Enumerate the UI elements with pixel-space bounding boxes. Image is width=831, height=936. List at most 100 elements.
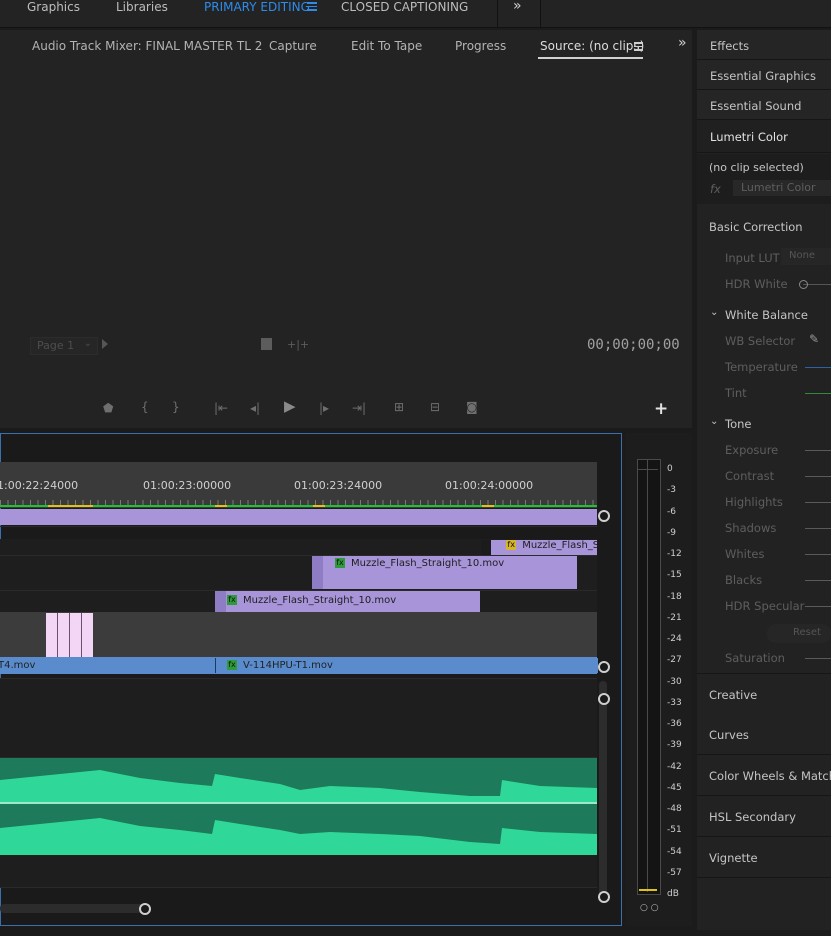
clip-pink-stack[interactable]: [46, 613, 93, 657]
tab-source[interactable]: Source: (no clips): [540, 39, 644, 53]
hdr-specular-slider[interactable]: [805, 606, 831, 607]
effect-selector[interactable]: Lumetri Color: [733, 180, 831, 196]
highlights-slider[interactable]: [805, 502, 831, 503]
clip-purple-top[interactable]: [0, 509, 597, 525]
step-forward-icon[interactable]: |▸: [319, 402, 329, 414]
meter-scale-label: -15: [667, 570, 682, 581]
blacks-slider[interactable]: [805, 580, 831, 581]
saturation-label: Saturation: [725, 651, 785, 665]
meter-channel-divider: [647, 460, 648, 892]
panel-lumetri-color[interactable]: Lumetri Color: [697, 120, 831, 153]
vertical-scroll-handle[interactable]: [598, 510, 610, 522]
shadows-slider[interactable]: [805, 528, 831, 529]
meter-solo-buttons[interactable]: ○ ○: [640, 903, 659, 913]
meter-scale-label: -48: [667, 804, 682, 814]
panel-essential-sound[interactable]: Essential Sound: [697, 90, 831, 120]
reset-button[interactable]: Reset: [767, 624, 831, 643]
workspace-libraries[interactable]: Libraries: [116, 0, 168, 17]
reset-button-label: Reset: [793, 627, 821, 638]
section-tone[interactable]: Tone: [725, 417, 751, 431]
chevron-down-icon[interactable]: ⌄: [710, 307, 718, 318]
panel-essential-graphics[interactable]: Essential Graphics: [697, 60, 831, 90]
go-to-out-icon[interactable]: ⇥|: [352, 402, 366, 414]
section-curves[interactable]: Curves: [697, 714, 831, 755]
in-point-icon[interactable]: {: [141, 401, 149, 413]
section-white-balance[interactable]: White Balance: [725, 308, 808, 322]
input-lut-dropdown[interactable]: None: [781, 248, 831, 265]
page-dropdown[interactable]: Page 1 ⌄: [30, 337, 98, 355]
clip-name: V-114HPU-T1.mov: [243, 660, 333, 671]
eyedropper-icon[interactable]: ✎: [809, 332, 819, 346]
whites-label: Whites: [725, 547, 765, 561]
vertical-scroll-handle[interactable]: [598, 693, 610, 705]
hdr-white-knob[interactable]: [799, 280, 808, 289]
insert-icon[interactable]: ⊞: [394, 401, 404, 413]
tab-progress[interactable]: Progress: [455, 39, 506, 53]
clip-v114hpu[interactable]: fx V-114HPU-T1.mov: [215, 658, 598, 673]
saturation-slider[interactable]: [805, 658, 831, 659]
contrast-slider[interactable]: [805, 476, 831, 477]
add-button-icon[interactable]: +: [654, 399, 668, 419]
render-bar-yellow: [313, 505, 325, 507]
scroll-handle-right[interactable]: [139, 903, 151, 915]
source-monitor-panel: [0, 30, 692, 428]
exposure-slider[interactable]: [805, 450, 831, 451]
clip-t4[interactable]: T4.mov: [0, 658, 213, 673]
section-creative[interactable]: Creative: [697, 673, 831, 715]
vertical-scroll-handle[interactable]: [598, 891, 610, 903]
play-icon[interactable]: ▶: [284, 399, 296, 414]
temperature-slider[interactable]: [805, 367, 831, 368]
play-page-icon[interactable]: [102, 339, 108, 349]
section-hsl-secondary-label: HSL Secondary: [709, 810, 796, 824]
section-vignette[interactable]: Vignette: [697, 837, 831, 878]
meter-level: [639, 889, 657, 891]
out-point-icon[interactable]: }: [172, 401, 180, 413]
chevron-down-icon[interactable]: ⌄: [710, 416, 718, 427]
whites-slider[interactable]: [805, 554, 831, 555]
audio-vertical-scrollbar[interactable]: [599, 681, 607, 899]
tint-slider[interactable]: [805, 393, 831, 394]
meter-scale-label: -57: [667, 867, 682, 878]
meter-scale-label: -18: [667, 591, 682, 602]
source-timecode[interactable]: 00;00;00;00: [587, 337, 680, 353]
audio-clip-waveform[interactable]: [0, 758, 597, 855]
meter-scale-label: -51: [667, 825, 682, 836]
overwrite-icon[interactable]: ⊟: [430, 401, 440, 413]
workspace-bar: Graphics Libraries PRIMARY EDITING CLOSE…: [0, 0, 831, 28]
render-bar-yellow: [48, 505, 93, 507]
hamburger-icon[interactable]: [307, 2, 317, 12]
panel-menu-icon[interactable]: [634, 42, 643, 51]
double-chevron-right-icon[interactable]: »: [678, 35, 687, 51]
tab-capture[interactable]: Capture: [269, 39, 317, 53]
clip-muzzle-flash-straight-10-b[interactable]: fx Muzzle_Flash_Straight_10.mov: [215, 591, 480, 612]
panel-essential-sound-label: Essential Sound: [710, 99, 802, 113]
section-basic-correction[interactable]: Basic Correction: [709, 220, 803, 234]
save-icon[interactable]: [261, 338, 272, 350]
shadows-label: Shadows: [725, 521, 777, 535]
step-back-icon[interactable]: ◂|: [250, 402, 260, 414]
double-chevron-right-icon[interactable]: »: [513, 0, 522, 15]
workspace-graphics[interactable]: Graphics: [27, 0, 80, 17]
section-hsl-secondary[interactable]: HSL Secondary: [697, 796, 831, 837]
export-frame-icon[interactable]: ◙: [466, 401, 478, 413]
time-ruler[interactable]: 1:00:22:24000 01:00:23:00000 01:00:23:24…: [0, 462, 597, 508]
horizontal-scrollbar[interactable]: [0, 904, 145, 913]
tab-edit-to-tape[interactable]: Edit To Tape: [351, 39, 422, 53]
settings-icon[interactable]: +|+: [287, 338, 309, 351]
panel-effects[interactable]: Effects: [697, 30, 831, 60]
clip-muzzle-flash-str[interactable]: fx Muzzle_Flash_Str: [481, 540, 597, 555]
section-color-wheels[interactable]: Color Wheels & Match: [697, 755, 831, 796]
source-panel-tabs: Audio Track Mixer: FINAL MASTER TL 2 Cap…: [0, 30, 692, 60]
meter-scale-label: -27: [667, 655, 682, 666]
clip-muzzle-flash-straight-10-a[interactable]: fx Muzzle_Flash_Straight_10.mov: [312, 556, 577, 589]
go-to-in-icon[interactable]: |⇤: [214, 402, 228, 414]
meter-scale-label: -12: [667, 549, 682, 559]
workspace-primary-editing[interactable]: PRIMARY EDITING: [204, 0, 310, 17]
vertical-scroll-handle[interactable]: [598, 661, 610, 673]
waveform-bottom: [0, 818, 597, 855]
marker-icon[interactable]: ⬟: [103, 402, 113, 414]
workspace-closed-captioning[interactable]: CLOSED CAPTIONING: [341, 0, 468, 17]
hdr-white-label: HDR White: [725, 277, 788, 291]
tab-audio-track-mixer[interactable]: Audio Track Mixer: FINAL MASTER TL 2: [32, 39, 262, 53]
fx-badge: fx: [335, 558, 345, 568]
